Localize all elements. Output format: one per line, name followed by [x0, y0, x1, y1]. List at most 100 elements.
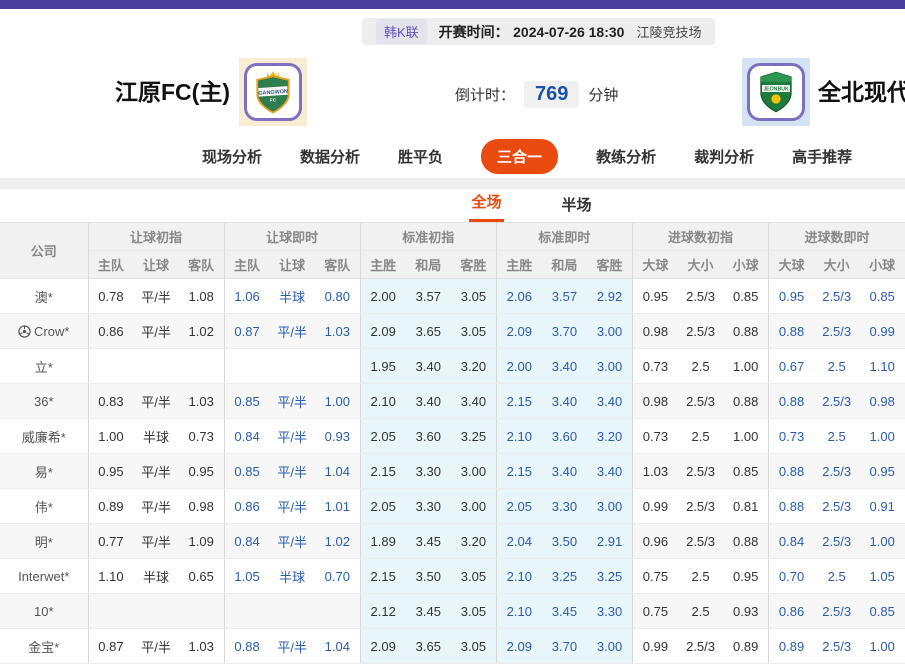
- odds-cell: 2.5/3: [814, 489, 859, 524]
- odds-cell: 3.40: [587, 454, 632, 489]
- odds-cell: 0.89: [88, 489, 133, 524]
- odds-cell: 0.85: [859, 279, 905, 314]
- gangwon-crest-icon: GANGWON FC: [253, 69, 293, 115]
- odds-cell: 2.05: [360, 489, 405, 524]
- odds-cell: 3.45: [406, 594, 451, 629]
- table-row: 威廉希*1.00半球0.730.84平/半0.932.053.603.252.1…: [0, 419, 905, 454]
- odds-cell: 0.89: [769, 629, 814, 664]
- odds-cell: 2.91: [587, 524, 632, 559]
- league-badge[interactable]: 韩K联: [376, 19, 427, 44]
- odds-cell: 1.00: [315, 384, 360, 419]
- company-cell[interactable]: Interwet*: [0, 559, 88, 594]
- odds-cell: 2.5: [678, 419, 723, 454]
- tab-half-time[interactable]: 半场: [560, 194, 594, 222]
- away-team-name: 全北现代: [818, 73, 905, 107]
- odds-cell: 0.88: [723, 384, 768, 419]
- company-cell[interactable]: 金宝*: [0, 629, 88, 664]
- odds-cell: 3.65: [406, 314, 451, 349]
- nav-coach-analysis[interactable]: 教练分析: [596, 146, 656, 167]
- company-cell[interactable]: 伟*: [0, 489, 88, 524]
- odds-cell: [133, 349, 178, 384]
- odds-cell: 1.02: [315, 524, 360, 559]
- sub-column-header: 让球: [133, 251, 178, 279]
- odds-cell: 3.40: [406, 349, 451, 384]
- top-accent-bar: [0, 0, 905, 9]
- table-row: Crow*0.86平/半1.020.87平/半1.032.093.653.052…: [0, 314, 905, 349]
- odds-cell: 0.85: [224, 454, 269, 489]
- table-row: Interwet*1.10半球0.651.05半球0.702.153.503.0…: [0, 559, 905, 594]
- odds-cell: [179, 349, 224, 384]
- company-cell[interactable]: 易*: [0, 454, 88, 489]
- odds-cell: 平/半: [270, 384, 315, 419]
- company-cell[interactable]: 威廉希*: [0, 419, 88, 454]
- nav-live-analysis[interactable]: 现场分析: [202, 146, 262, 167]
- odds-cell: 3.00: [587, 629, 632, 664]
- odds-cell: 3.70: [542, 629, 587, 664]
- odds-cell: 2.10: [496, 594, 541, 629]
- svg-text:JEONBUK: JEONBUK: [763, 87, 789, 93]
- odds-cell: 2.05: [496, 489, 541, 524]
- odds-cell: 2.10: [360, 384, 405, 419]
- table-row: 36*0.83平/半1.030.85平/半1.002.103.403.402.1…: [0, 384, 905, 419]
- nav-win-draw-loss[interactable]: 胜平负: [398, 146, 443, 167]
- odds-cell: 0.98: [633, 384, 678, 419]
- odds-cell: 2.15: [496, 454, 541, 489]
- odds-cell: 0.95: [88, 454, 133, 489]
- company-cell[interactable]: 澳*: [0, 279, 88, 314]
- company-name: 伟*: [35, 500, 53, 515]
- odds-cell: 2.10: [496, 559, 541, 594]
- odds-cell: 1.00: [723, 419, 768, 454]
- odds-cell: 平/半: [133, 314, 178, 349]
- odds-cell: 1.00: [88, 419, 133, 454]
- sub-column-header: 客队: [179, 251, 224, 279]
- nav-referee-analysis[interactable]: 裁判分析: [694, 146, 754, 167]
- odds-cell: 1.00: [859, 419, 905, 454]
- company-cell[interactable]: 立*: [0, 349, 88, 384]
- odds-cell: 2.5/3: [678, 629, 723, 664]
- sub-column-header: 客胜: [451, 251, 496, 279]
- odds-cell: 3.40: [542, 454, 587, 489]
- table-row: 金宝*0.87平/半1.030.88平/半1.042.093.653.052.0…: [0, 629, 905, 664]
- odds-cell: 1.01: [315, 489, 360, 524]
- nav-expert-picks[interactable]: 高手推荐: [792, 146, 852, 167]
- odds-cell: 0.98: [179, 489, 224, 524]
- odds-cell: 3.45: [406, 524, 451, 559]
- odds-cell: 平/半: [133, 489, 178, 524]
- odds-cell: 0.85: [224, 384, 269, 419]
- tab-full-time[interactable]: 全场: [469, 191, 503, 222]
- company-cell[interactable]: 36*: [0, 384, 88, 419]
- company-cell[interactable]: Crow*: [0, 314, 88, 349]
- company-cell[interactable]: 明*: [0, 524, 88, 559]
- odds-cell: 半球: [133, 559, 178, 594]
- odds-cell: 3.25: [587, 559, 632, 594]
- odds-cell: 3.00: [587, 489, 632, 524]
- table-row: 10*2.123.453.052.103.453.300.752.50.930.…: [0, 594, 905, 629]
- group-header: 标准初指: [360, 223, 496, 251]
- odds-cell: 平/半: [270, 629, 315, 664]
- sub-column-header: 大小: [678, 251, 723, 279]
- company-cell[interactable]: 10*: [0, 594, 88, 629]
- odds-table-head: 公司让球初指让球即时标准初指标准即时进球数初指进球数即时主队让球客队主队让球客队…: [0, 223, 905, 279]
- odds-cell: 0.75: [633, 594, 678, 629]
- odds-cell: [270, 594, 315, 629]
- odds-cell: 0.93: [723, 594, 768, 629]
- odds-cell: 0.93: [315, 419, 360, 454]
- odds-cell: 平/半: [133, 454, 178, 489]
- odds-cell: 0.73: [633, 419, 678, 454]
- odds-cell: 1.03: [179, 629, 224, 664]
- odds-cell: 2.09: [496, 629, 541, 664]
- odds-cell: 1.00: [859, 629, 905, 664]
- table-row: 澳*0.78平/半1.081.06半球0.802.003.573.052.063…: [0, 279, 905, 314]
- nav-data-analysis[interactable]: 数据分析: [300, 146, 360, 167]
- odds-cell: 3.70: [542, 314, 587, 349]
- odds-cell: [270, 349, 315, 384]
- svg-text:FC: FC: [270, 98, 277, 104]
- nav-three-in-one[interactable]: 三合一: [481, 139, 558, 174]
- odds-cell: 3.60: [406, 419, 451, 454]
- odds-cell: 0.85: [859, 594, 905, 629]
- odds-cell: 2.5/3: [678, 279, 723, 314]
- sub-column-header: 和局: [542, 251, 587, 279]
- odds-cell: 2.5/3: [814, 594, 859, 629]
- odds-cell: 3.40: [542, 384, 587, 419]
- odds-cell: 0.95: [633, 279, 678, 314]
